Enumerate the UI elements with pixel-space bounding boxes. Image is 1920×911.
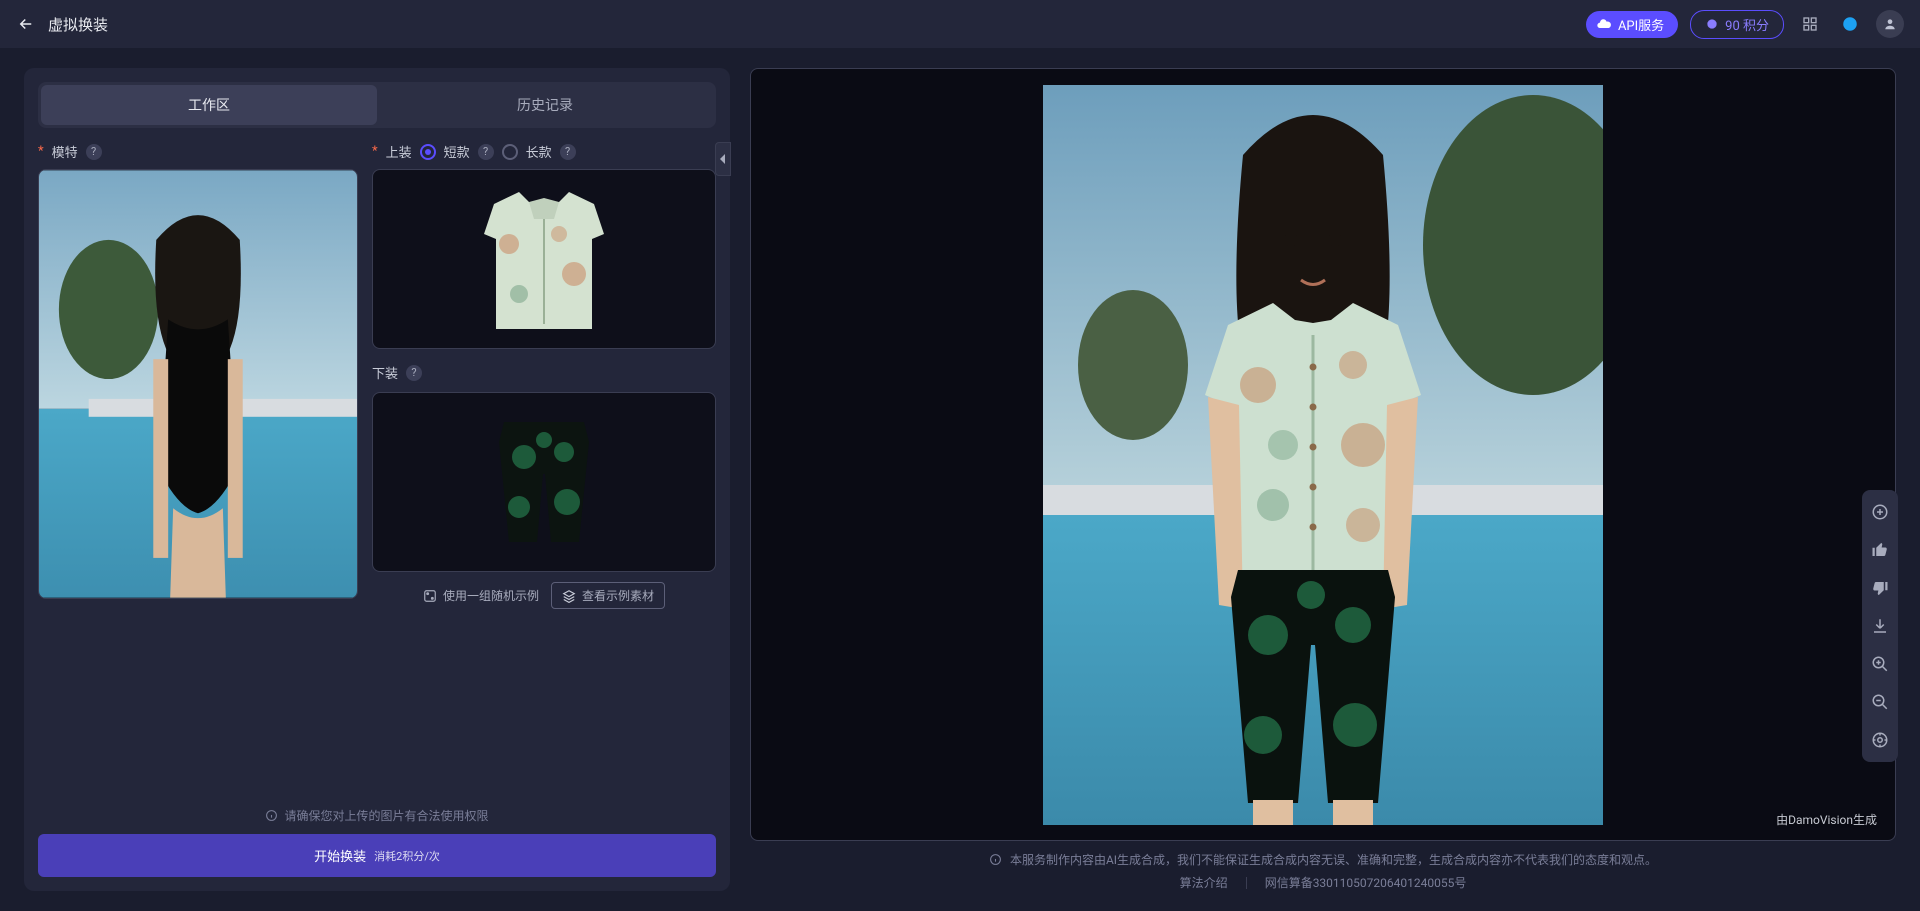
top-head: * 上装 短款 ? 长款 ?	[372, 142, 716, 161]
legal-note: 请确保您对上传的图片有合法使用权限	[38, 807, 716, 824]
dice-icon	[423, 589, 437, 603]
qr-icon[interactable]	[1796, 10, 1824, 38]
radio-long[interactable]	[502, 144, 518, 160]
bottom-image-slot[interactable]	[372, 392, 716, 572]
random-sample-label: 使用一组随机示例	[443, 587, 539, 604]
view-samples-label: 查看示例素材	[582, 587, 654, 604]
legal-text: 请确保您对上传的图片有合法使用权限	[284, 807, 488, 824]
credits-text: 90 积分	[1725, 15, 1769, 34]
radio-short[interactable]	[420, 144, 436, 160]
collapse-panel-button[interactable]	[715, 142, 731, 176]
top-label: 上装	[386, 142, 412, 161]
right-panel: 由DamoVision生成 本服务制作内容由AI生成合成，我们不能保证生成合成内…	[750, 68, 1896, 891]
watermark: 由DamoVision生成	[1776, 811, 1877, 828]
credits-pill[interactable]: 90 积分	[1690, 10, 1784, 39]
footer-links: 算法介绍 网信算备330110507206401240055号	[750, 874, 1896, 891]
back-button[interactable]	[16, 14, 36, 34]
required-star: *	[38, 144, 44, 159]
start-button[interactable]: 开始换装 消耗2积分/次	[38, 834, 716, 877]
avatar[interactable]	[1876, 10, 1904, 38]
result-frame: 由DamoVision生成	[750, 68, 1896, 841]
info-icon	[989, 853, 1002, 866]
bottom-head: 下装 ?	[372, 363, 716, 382]
top-long-label: 长款	[526, 142, 552, 161]
layers-icon	[562, 589, 576, 603]
download-button[interactable]	[1868, 614, 1892, 638]
thumbs-up-button[interactable]	[1868, 538, 1892, 562]
cloud-icon	[1596, 16, 1612, 32]
topbar: 虚拟换装 API服务 90 积分	[0, 0, 1920, 48]
thumbs-down-button[interactable]	[1868, 576, 1892, 600]
sample-actions: 使用一组随机示例 查看示例素材	[372, 582, 716, 609]
start-cost: 消耗2积分/次	[374, 848, 440, 864]
main: 工作区 历史记录 * 模特 ?	[0, 48, 1920, 911]
topbar-left: 虚拟换装	[16, 14, 108, 35]
bottom-label: 下装	[372, 363, 398, 382]
top-short-label: 短款	[444, 142, 470, 161]
start-label: 开始换装	[314, 846, 366, 865]
bottom-clothing-image	[469, 402, 619, 562]
result-image[interactable]	[1043, 85, 1603, 825]
tab-workspace[interactable]: 工作区	[41, 85, 377, 125]
separator	[1246, 877, 1247, 889]
disclaimer-row: 本服务制作内容由AI生成合成，我们不能保证生成合成内容无误、准确和完整，生成合成…	[750, 851, 1896, 868]
panel-tabs: 工作区 历史记录	[38, 82, 716, 128]
model-column: * 模特 ?	[38, 142, 358, 609]
page-title: 虚拟换装	[48, 14, 108, 35]
work-area: * 模特 ?	[38, 142, 716, 609]
result-toolbar	[1862, 490, 1898, 762]
model-label: 模特	[52, 142, 78, 161]
top-clothing-image	[464, 174, 624, 344]
browser-icon[interactable]	[1836, 10, 1864, 38]
api-service-label: API服务	[1618, 15, 1664, 34]
required-star: *	[372, 144, 378, 159]
help-icon[interactable]: ?	[86, 144, 102, 160]
help-icon[interactable]: ?	[478, 144, 494, 160]
view-samples-button[interactable]: 查看示例素材	[551, 582, 665, 609]
left-panel: 工作区 历史记录 * 模特 ?	[24, 68, 730, 891]
zoom-in-button[interactable]	[1868, 652, 1892, 676]
help-icon[interactable]: ?	[406, 365, 422, 381]
model-head: * 模特 ?	[38, 142, 358, 161]
topbar-right: API服务 90 积分	[1586, 10, 1904, 39]
model-image	[39, 169, 357, 599]
tab-history[interactable]: 历史记录	[377, 85, 713, 125]
random-sample-button[interactable]: 使用一组随机示例	[423, 587, 539, 604]
filing-link[interactable]: 网信算备330110507206401240055号	[1265, 874, 1467, 891]
model-image-slot[interactable]	[38, 169, 358, 599]
clothes-column: * 上装 短款 ? 长款 ?	[372, 142, 716, 609]
api-service-button[interactable]: API服务	[1586, 11, 1678, 38]
zoom-out-button[interactable]	[1868, 690, 1892, 714]
algo-link[interactable]: 算法介绍	[1180, 874, 1228, 891]
add-button[interactable]	[1868, 500, 1892, 524]
info-icon	[265, 809, 278, 822]
coin-icon	[1705, 17, 1719, 31]
top-image-slot[interactable]	[372, 169, 716, 349]
disclaimer-text: 本服务制作内容由AI生成合成，我们不能保证生成合成内容无误、准确和完整，生成合成…	[1010, 851, 1657, 868]
reset-view-button[interactable]	[1868, 728, 1892, 752]
help-icon[interactable]: ?	[560, 144, 576, 160]
